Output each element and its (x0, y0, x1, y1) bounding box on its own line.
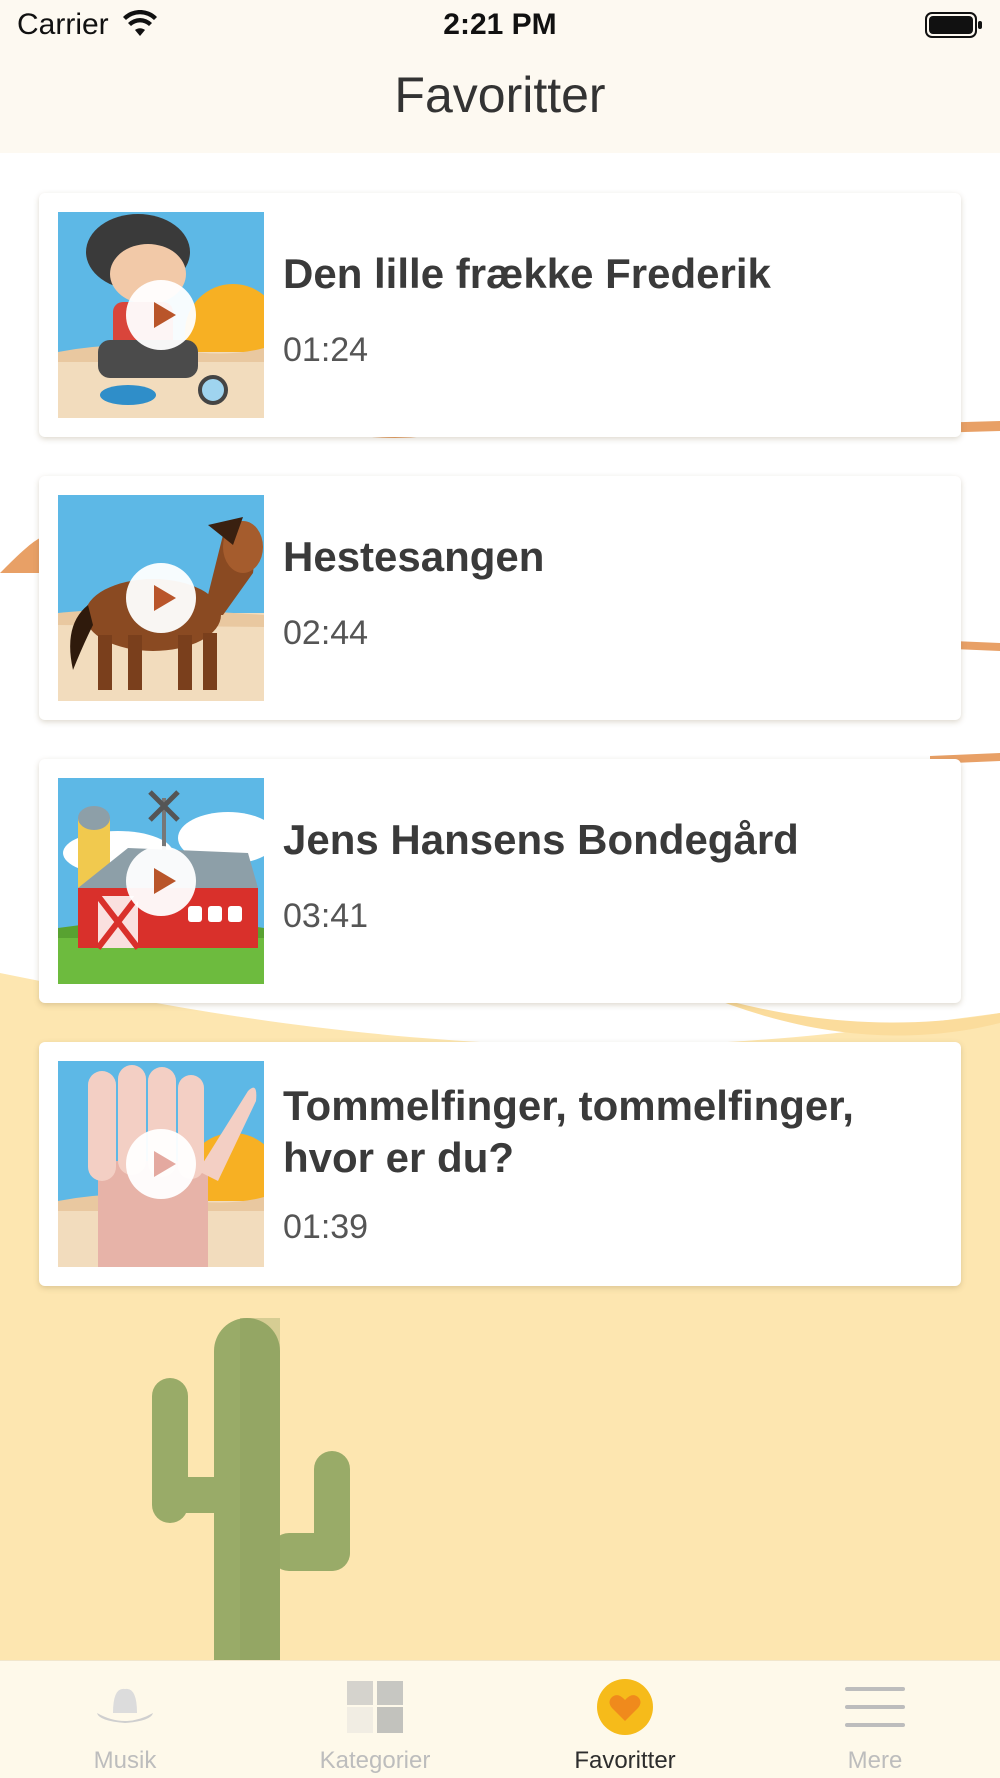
song-title: Hestesangen (283, 533, 545, 580)
song-duration: 01:24 (283, 331, 369, 369)
tab-musik[interactable]: Musik (0, 1661, 250, 1778)
heart-icon (597, 1679, 653, 1735)
tab-mere[interactable]: Mere (750, 1661, 1000, 1778)
play-icon (154, 585, 176, 611)
play-icon (154, 868, 176, 894)
grid-icon (347, 1681, 403, 1733)
favorites-list: Den lille frække Frederik 01:24 Hestesan… (39, 193, 961, 1325)
play-button[interactable] (126, 280, 196, 350)
song-title: Jens Hansens Bondegård (283, 816, 799, 863)
song-thumbnail[interactable] (58, 1061, 264, 1267)
tab-kategorier[interactable]: Kategorier (250, 1661, 500, 1778)
play-button[interactable] (126, 1129, 196, 1199)
battery-full-icon (925, 12, 982, 38)
play-button[interactable] (126, 846, 196, 916)
song-card[interactable]: Tommelfinger, tommelfinger, hvor er du? … (39, 1042, 961, 1286)
song-duration: 03:41 (283, 897, 369, 935)
song-title: Den lille frække Frederik (283, 250, 771, 297)
play-button[interactable] (126, 563, 196, 633)
status-time: 2:21 PM (443, 8, 557, 41)
play-icon (154, 302, 176, 328)
tab-label: Musik (93, 1747, 157, 1774)
navigation-bar: Favoritter (0, 54, 1000, 153)
song-card[interactable]: Den lille frække Frederik 01:24 (39, 193, 961, 437)
menu-icon (845, 1687, 905, 1727)
status-bar: Carrier 2:21 PM (0, 0, 1000, 54)
page-title: Favoritter (394, 67, 606, 123)
song-duration: 02:44 (283, 614, 369, 652)
tab-label: Kategorier (319, 1747, 431, 1774)
tab-favoritter[interactable]: Favoritter (500, 1661, 750, 1778)
song-thumbnail[interactable] (58, 212, 264, 418)
song-duration: 01:39 (283, 1208, 369, 1246)
cowboy-hat-icon (97, 1688, 153, 1723)
song-title: Tommelfinger, tommelfinger, hvor er du? (283, 1082, 854, 1181)
app-screen: Carrier 2:21 PM Favoritter Den lille fræ… (0, 0, 1000, 1778)
tab-bar: Musik Kategorier Favoritter Mere (0, 1660, 1000, 1778)
tab-label: Favoritter (574, 1747, 676, 1774)
song-card[interactable]: Jens Hansens Bondegård 03:41 (39, 759, 961, 1003)
song-card[interactable]: Hestesangen 02:44 (39, 476, 961, 720)
tab-label: Mere (847, 1747, 903, 1774)
song-thumbnail[interactable] (58, 495, 264, 701)
play-icon (154, 1151, 176, 1177)
song-thumbnail[interactable] (58, 778, 264, 984)
